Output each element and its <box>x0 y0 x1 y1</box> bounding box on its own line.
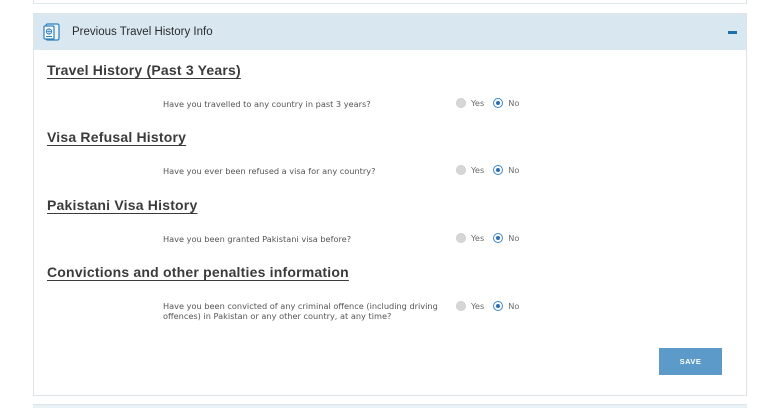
question-granted-pakistani-visa: Have you been granted Pakistani visa bef… <box>163 234 352 244</box>
panel-header[interactable]: Previous Travel History Info <box>34 14 746 50</box>
next-panel-edge <box>33 404 747 408</box>
radio-no[interactable] <box>493 165 504 175</box>
radio-no[interactable] <box>493 233 504 243</box>
radio-label-yes: Yes <box>471 98 485 108</box>
radio-label-yes: Yes <box>471 301 485 311</box>
panel-title: Previous Travel History Info <box>72 26 213 38</box>
radio-label-yes: Yes <box>471 165 485 175</box>
radio-label-no: No <box>508 233 520 243</box>
radio-group-convicted: Yes No <box>456 301 528 311</box>
radio-label-no: No <box>508 98 520 108</box>
question-convicted: Have you been convicted of any criminal … <box>163 301 438 321</box>
previous-panel-edge <box>33 0 747 4</box>
radio-yes[interactable] <box>456 165 466 175</box>
radio-label-yes: Yes <box>471 233 485 243</box>
radio-label-no: No <box>508 165 520 175</box>
radio-yes[interactable] <box>456 301 466 311</box>
radio-group-refused: Yes No <box>456 165 528 175</box>
radio-group-travelled: Yes No <box>456 98 528 108</box>
section-title-travel-history: Travel History (Past 3 Years) <box>47 62 241 78</box>
radio-yes[interactable] <box>456 233 466 243</box>
radio-yes[interactable] <box>456 98 466 108</box>
question-travelled-past-3-years: Have you travelled to any country in pas… <box>163 99 371 109</box>
passport-icon <box>42 22 62 42</box>
section-title-pakistani-visa: Pakistani Visa History <box>47 197 198 213</box>
radio-group-pakistani-visa: Yes No <box>456 233 528 243</box>
save-button[interactable]: SAVE <box>659 348 722 375</box>
section-title-convictions: Convictions and other penalties informat… <box>47 264 349 280</box>
travel-history-panel: Previous Travel History Info Travel Hist… <box>33 13 747 396</box>
section-title-visa-refusal: Visa Refusal History <box>47 129 187 145</box>
question-refused-visa: Have you ever been refused a visa for an… <box>163 166 376 176</box>
minus-icon[interactable] <box>728 31 737 34</box>
radio-label-no: No <box>508 301 520 311</box>
radio-no[interactable] <box>493 301 504 311</box>
radio-no[interactable] <box>493 98 504 108</box>
